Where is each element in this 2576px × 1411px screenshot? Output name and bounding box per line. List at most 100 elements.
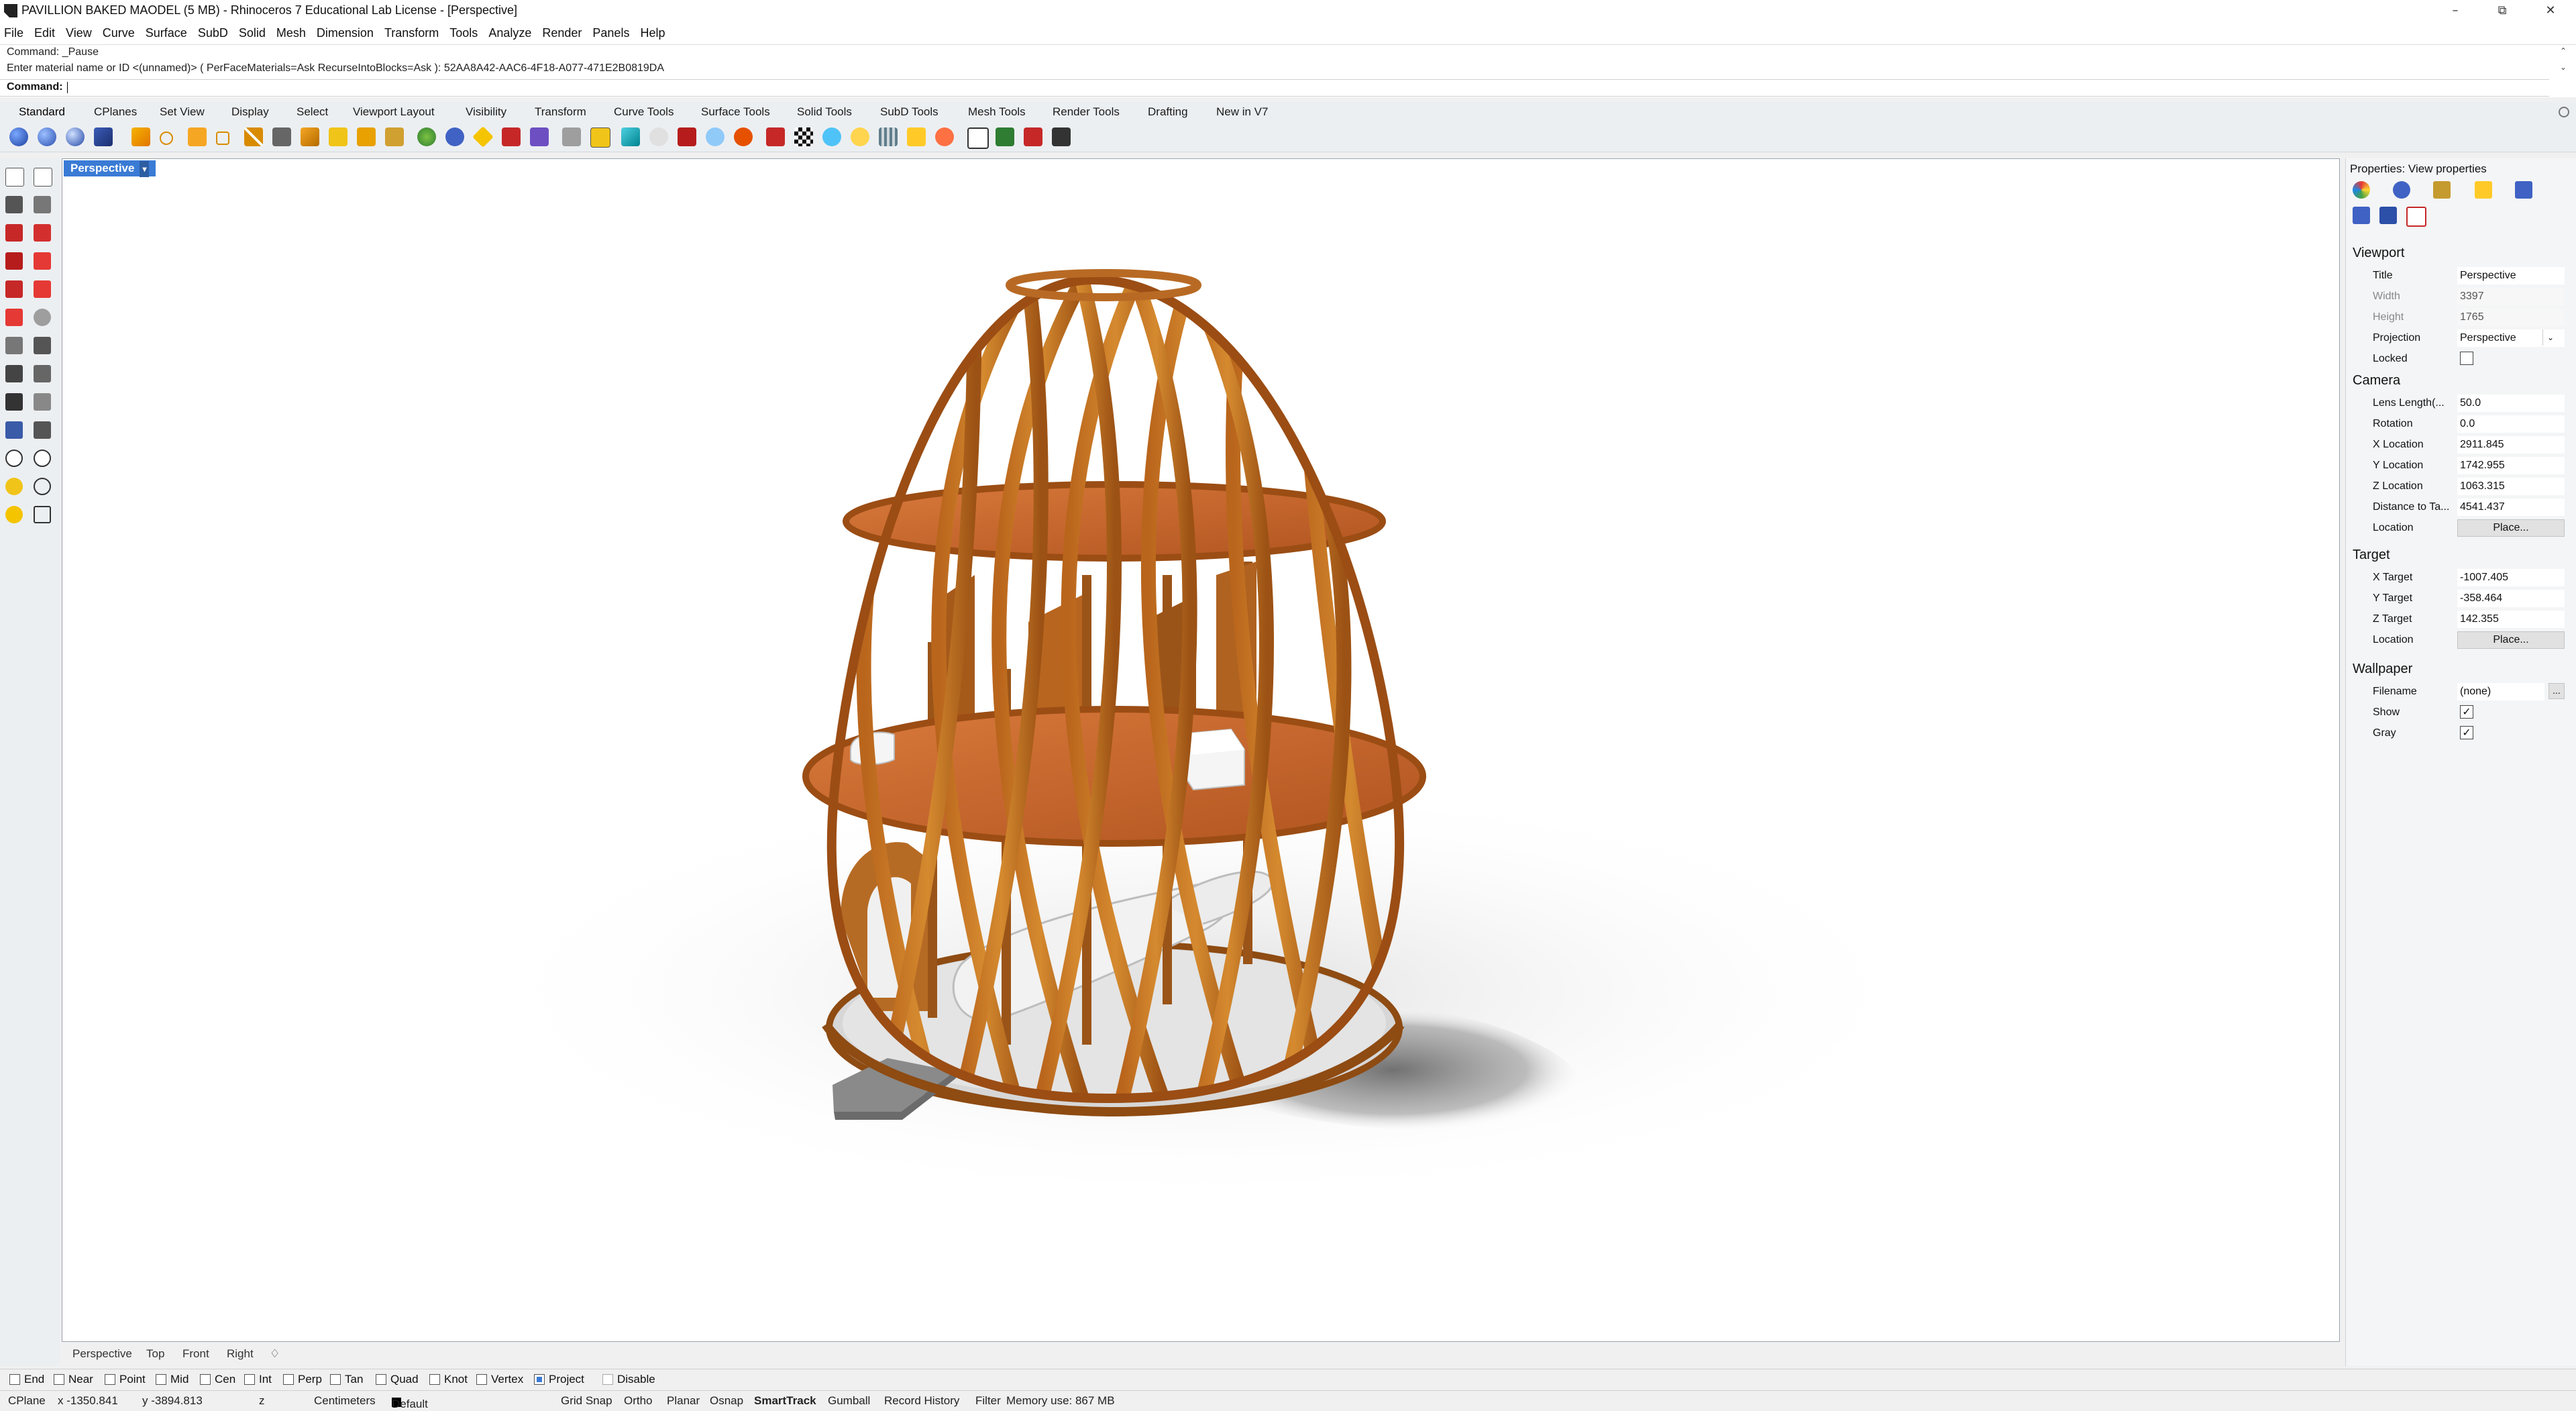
rectangle-icon[interactable] [5,252,23,270]
move-icon[interactable] [5,365,23,382]
gumball-toggle[interactable]: Gumball [828,1394,870,1408]
material-icon[interactable] [2393,181,2410,199]
perspective-viewport[interactable]: Perspective ▾ [62,158,2340,1342]
rotate-view-icon[interactable] [34,506,51,523]
osnap-tan[interactable]: Tan [330,1373,363,1386]
layer-cube-icon[interactable] [621,127,640,146]
viewport-title-tab[interactable]: Perspective ▾ [64,160,156,177]
osnap-near[interactable]: Near [54,1373,93,1386]
osnap-knot[interactable]: Knot [429,1373,468,1386]
osnap-quad[interactable]: Quad [376,1373,419,1386]
extrude-icon[interactable] [5,309,23,326]
folder-icon[interactable] [2475,181,2492,199]
close-button[interactable]: ✕ [2540,3,2561,19]
projection-select[interactable]: Perspective ⌄ [2457,329,2565,347]
image-icon[interactable] [2515,181,2532,199]
dimension-icon[interactable] [766,127,785,146]
box-icon[interactable] [216,132,229,145]
x-location-field[interactable]: 2911.845 [2457,436,2565,454]
circle-icon[interactable] [5,224,23,242]
menu-view[interactable]: View [66,26,92,40]
tab-render-tools[interactable]: Render Tools [1053,105,1120,119]
command-prompt[interactable]: Command: [0,79,2549,97]
offset-icon[interactable] [34,280,51,298]
select-icon[interactable] [5,168,24,187]
filename-field[interactable]: (none) [2457,683,2544,700]
viewport-icon[interactable] [967,127,989,149]
x-target-field[interactable]: -1007.405 [2457,569,2565,586]
tab-standard[interactable]: Standard [19,105,65,119]
tab-surface-tools[interactable]: Surface Tools [701,105,770,119]
environment-icon[interactable] [706,127,724,146]
tab-front[interactable]: Front [182,1347,209,1361]
minimize-button[interactable]: – [2445,3,2465,19]
osnap-toggle[interactable]: Osnap [710,1394,743,1408]
maximize-button[interactable]: ⧉ [2492,3,2512,19]
tab-transform[interactable]: Transform [535,105,586,119]
smarttrack-toggle[interactable]: SmartTrack [754,1394,816,1408]
trim-icon[interactable] [502,127,521,146]
move-icon[interactable] [188,127,207,146]
viewport-frame-icon[interactable] [2406,207,2426,227]
osnap-cen[interactable]: Cen [200,1373,235,1386]
point-icon[interactable] [160,132,173,145]
add-viewport-tab-icon[interactable]: ♢ [270,1347,280,1361]
menu-edit[interactable]: Edit [34,26,55,40]
fillet-icon[interactable] [385,127,404,146]
warning-icon[interactable] [472,126,494,148]
mesh-icon[interactable] [34,337,51,354]
osnap-int[interactable]: Int [244,1373,272,1386]
record-icon[interactable] [1024,127,1042,146]
osnap-end[interactable]: End [9,1373,44,1386]
record-history-toggle[interactable]: Record History [884,1394,959,1408]
blend-icon[interactable] [445,127,464,146]
tab-drafting[interactable]: Drafting [1148,105,1188,119]
tab-curve-tools[interactable]: Curve Tools [614,105,674,119]
arc-icon[interactable] [329,127,347,146]
filter-toggle[interactable]: Filter [975,1394,1001,1408]
osnap-point[interactable]: Point [105,1373,146,1386]
named-views-icon[interactable] [2379,207,2397,224]
tab-viewport-layout[interactable]: Viewport Layout [353,105,435,119]
rotation-field[interactable]: 0.0 [2457,415,2565,433]
copy-icon[interactable] [34,365,51,382]
menu-tools[interactable]: Tools [449,26,478,40]
folder-icon[interactable] [907,127,926,146]
z-target-field[interactable]: 142.355 [2457,611,2565,628]
planar-toggle[interactable]: Planar [667,1394,700,1408]
tab-select[interactable]: Select [297,105,328,119]
ortho-toggle[interactable]: Ortho [624,1394,653,1408]
chevron-down-icon[interactable]: ⌄ [2542,329,2558,346]
title-field[interactable]: Perspective [2457,267,2565,284]
menu-surface[interactable]: Surface [146,26,187,40]
pencil-icon[interactable] [244,127,263,146]
y-location-field[interactable]: 1742.955 [2457,457,2565,474]
osnap-mid[interactable]: Mid [156,1373,189,1386]
tab-mesh-tools[interactable]: Mesh Tools [968,105,1026,119]
camera-icon[interactable] [2353,207,2370,224]
material-sphere-icon[interactable] [66,127,85,146]
grid-snap-toggle[interactable]: Grid Snap [561,1394,612,1408]
target-icon[interactable] [34,478,51,495]
select-arrow-icon[interactable] [131,127,150,146]
moon-icon[interactable] [649,127,668,146]
tab-subd-tools[interactable]: SubD Tools [880,105,938,119]
fillet-curves-icon[interactable] [5,280,23,298]
polygon-icon[interactable] [34,252,51,270]
curve-icon[interactable] [34,196,51,213]
menu-help[interactable]: Help [640,26,665,40]
locked-checkbox[interactable] [2460,352,2473,365]
osnap-vertex[interactable]: Vertex [476,1373,523,1386]
lens-length-field[interactable]: 50.0 [2457,395,2565,412]
shaded-sphere-icon[interactable] [38,127,56,146]
osnap-perp[interactable]: Perp [283,1373,322,1386]
scale-icon[interactable] [34,393,51,411]
units-label[interactable]: Centimeters [314,1394,376,1408]
grid-icon[interactable] [879,127,898,146]
lens-icon[interactable] [822,127,841,146]
named-view-icon[interactable] [996,127,1014,146]
y-target-field[interactable]: -358.464 [2457,590,2565,607]
zoom-extents-icon[interactable] [5,478,23,495]
menu-mesh[interactable]: Mesh [276,26,306,40]
tab-cplanes[interactable]: CPlanes [94,105,137,119]
